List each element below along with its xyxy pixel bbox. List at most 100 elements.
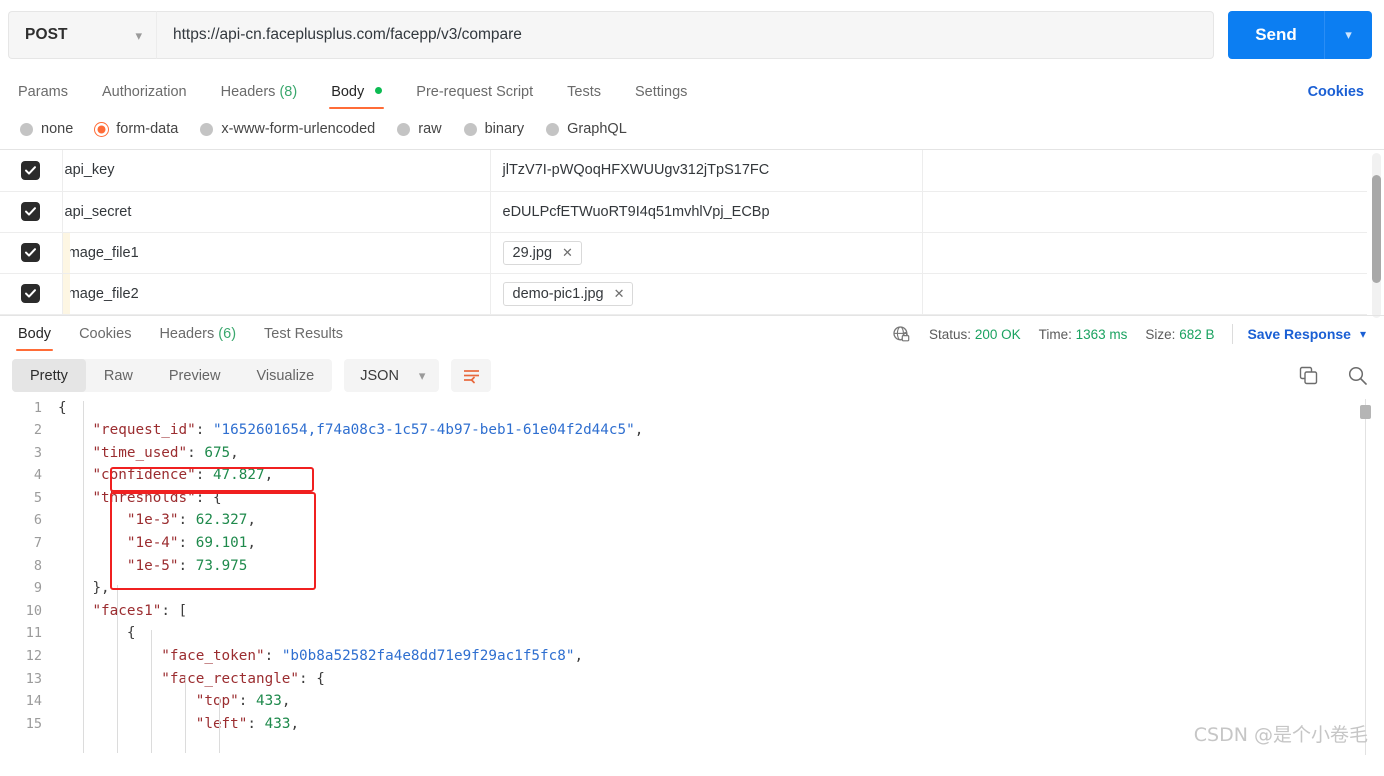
- code-text[interactable]: "face_rectangle": {: [56, 670, 644, 693]
- indent-guide: [83, 400, 84, 753]
- file-chip[interactable]: demo-pic1.jpg ✕: [502, 281, 634, 306]
- code-line: 5 "thresholds": {: [0, 489, 644, 512]
- code-text[interactable]: "time_used": 675,: [56, 444, 644, 467]
- tab-authorization[interactable]: Authorization: [102, 84, 187, 109]
- view-pretty[interactable]: Pretty: [12, 359, 86, 392]
- form-data-scrollbar[interactable]: [1372, 153, 1381, 318]
- response-tab-test-results[interactable]: Test Results: [264, 317, 343, 351]
- body-type-binary[interactable]: binary: [463, 121, 524, 137]
- size-badge: Size: 682 B: [1145, 327, 1214, 342]
- tab-body[interactable]: Body: [329, 84, 385, 109]
- value-cell[interactable]: demo-pic1.jpg ✕: [489, 273, 922, 315]
- scrollbar-thumb[interactable]: [1372, 175, 1381, 283]
- radio-icon: [397, 122, 411, 136]
- save-response-button[interactable]: Save Response: [1247, 326, 1351, 342]
- code-text[interactable]: "left": 433,: [56, 715, 644, 738]
- checkbox-checked-icon[interactable]: [21, 202, 41, 221]
- url-bar: POST ▾ https://api-cn.faceplusplus.com/f…: [0, 0, 1384, 70]
- code-text[interactable]: "top": 433,: [56, 692, 644, 715]
- code-text[interactable]: "request_id": "1652601654,f74a08c3-1c57-…: [56, 421, 644, 444]
- copy-icon[interactable]: [1298, 365, 1319, 386]
- tab-settings[interactable]: Settings: [635, 84, 687, 109]
- code-line: 6 "1e-3": 62.327,: [0, 511, 644, 534]
- checkbox-checked-icon[interactable]: [21, 243, 41, 262]
- response-body-code[interactable]: 1{2 "request_id": "1652601654,f74a08c3-1…: [0, 398, 1384, 755]
- body-type-x-www-form-urlencoded[interactable]: x-www-form-urlencoded: [200, 121, 375, 137]
- view-preview[interactable]: Preview: [151, 359, 239, 392]
- url-input[interactable]: https://api-cn.faceplusplus.com/facepp/v…: [156, 11, 1214, 59]
- code-text[interactable]: "1e-5": 73.975: [56, 557, 644, 580]
- search-icon[interactable]: [1347, 365, 1368, 386]
- remove-file-icon[interactable]: ✕: [614, 286, 625, 302]
- checkbox-checked-icon[interactable]: [21, 284, 41, 303]
- tab-tests[interactable]: Tests: [567, 84, 601, 109]
- key-cell[interactable]: api_key: [61, 150, 490, 192]
- file-chip[interactable]: 29.jpg ✕: [502, 240, 582, 265]
- view-raw[interactable]: Raw: [86, 359, 151, 392]
- tab-label: Test Results: [264, 326, 344, 342]
- response-tab-body[interactable]: Body: [15, 317, 54, 351]
- description-cell[interactable]: [921, 191, 1367, 233]
- tab-params[interactable]: Params: [18, 84, 68, 109]
- key-cell[interactable]: api_secret: [61, 191, 490, 233]
- code-text[interactable]: "1e-3": 62.327,: [56, 511, 644, 534]
- http-method-select[interactable]: POST ▾: [8, 11, 156, 59]
- response-tab-headers[interactable]: Headers (6): [159, 317, 236, 351]
- code-text[interactable]: "face_token": "b0b8a52582fa4e8dd71e9f29a…: [56, 647, 644, 670]
- code-text[interactable]: "faces1": [: [56, 602, 644, 625]
- checkbox-checked-icon[interactable]: [21, 160, 41, 180]
- value-cell[interactable]: 29.jpg ✕: [489, 232, 922, 274]
- table-row[interactable]: image_file2 demo-pic1.jpg ✕: [0, 273, 1367, 315]
- body-type-label: raw: [418, 121, 442, 137]
- tab-label: Body: [331, 84, 365, 100]
- description-cell[interactable]: [921, 150, 1367, 192]
- tab-headers[interactable]: Headers (8): [221, 84, 298, 109]
- body-type-form-data[interactable]: form-data: [95, 121, 178, 137]
- value-cell[interactable]: jlTzV7I-pWQoqHFXWUUgv312jTpS17FC: [489, 150, 922, 192]
- radio-icon: [546, 122, 560, 136]
- view-visualize[interactable]: Visualize: [238, 359, 332, 392]
- body-type-raw[interactable]: raw: [397, 121, 442, 137]
- time-label: Time:: [1038, 326, 1072, 342]
- line-number: 11: [25, 625, 42, 642]
- tab-label: Body: [18, 326, 52, 342]
- send-options-button[interactable]: ▾: [1324, 11, 1372, 59]
- key-cell[interactable]: image_file1: [61, 232, 490, 274]
- table-row[interactable]: api_key jlTzV7I-pWQoqHFXWUUgv312jTpS17FC: [0, 150, 1367, 192]
- tab-pre-request-script[interactable]: Pre-request Script: [416, 84, 533, 109]
- postman-window: POST ▾ https://api-cn.faceplusplus.com/f…: [0, 0, 1384, 776]
- code-text[interactable]: "1e-4": 69.101,: [56, 534, 644, 557]
- cookies-link[interactable]: Cookies: [1308, 84, 1364, 109]
- body-type-graphql[interactable]: GraphQL: [546, 121, 627, 137]
- description-cell[interactable]: [921, 273, 1367, 315]
- response-format-select[interactable]: JSON ▾: [344, 359, 440, 392]
- key-cell[interactable]: image_file2: [61, 273, 490, 315]
- wrap-lines-button[interactable]: [451, 359, 492, 392]
- code-scrollbar-thumb[interactable]: [1360, 404, 1371, 419]
- file-name: demo-pic1.jpg: [512, 285, 604, 302]
- body-type-none[interactable]: none: [20, 121, 73, 137]
- indent-guide: [117, 584, 118, 753]
- table-row[interactable]: api_secret eDULPcfETWuoRT9I4q51mvhlVpj_E…: [0, 191, 1367, 233]
- code-text[interactable]: {: [56, 624, 644, 647]
- chevron-down-icon[interactable]: ▾: [1360, 327, 1366, 341]
- divider: [1232, 324, 1234, 344]
- body-active-dot-icon: [375, 87, 383, 94]
- response-tab-cookies[interactable]: Cookies: [79, 317, 131, 351]
- size-value: 682 B: [1179, 326, 1215, 342]
- tab-label: Tests: [567, 84, 601, 100]
- send-button[interactable]: Send: [1228, 11, 1324, 59]
- line-number: 1: [33, 399, 42, 416]
- remove-file-icon[interactable]: ✕: [562, 245, 573, 261]
- table-row[interactable]: image_file1 29.jpg ✕: [0, 232, 1367, 274]
- row-enabled-cell: [0, 191, 62, 233]
- code-text[interactable]: "thresholds": {: [56, 489, 644, 512]
- code-line: 3 "time_used": 675,: [0, 444, 644, 467]
- body-type-label: x-www-form-urlencoded: [221, 121, 376, 137]
- description-cell[interactable]: [921, 232, 1367, 274]
- globe-lock-icon[interactable]: [892, 325, 911, 344]
- value-cell[interactable]: eDULPcfETWuoRT9I4q51mvhlVpj_ECBp: [489, 191, 922, 233]
- code-text[interactable]: {: [56, 399, 644, 422]
- code-text[interactable]: "confidence": 47.827,: [56, 466, 644, 489]
- code-text[interactable]: },: [56, 579, 644, 602]
